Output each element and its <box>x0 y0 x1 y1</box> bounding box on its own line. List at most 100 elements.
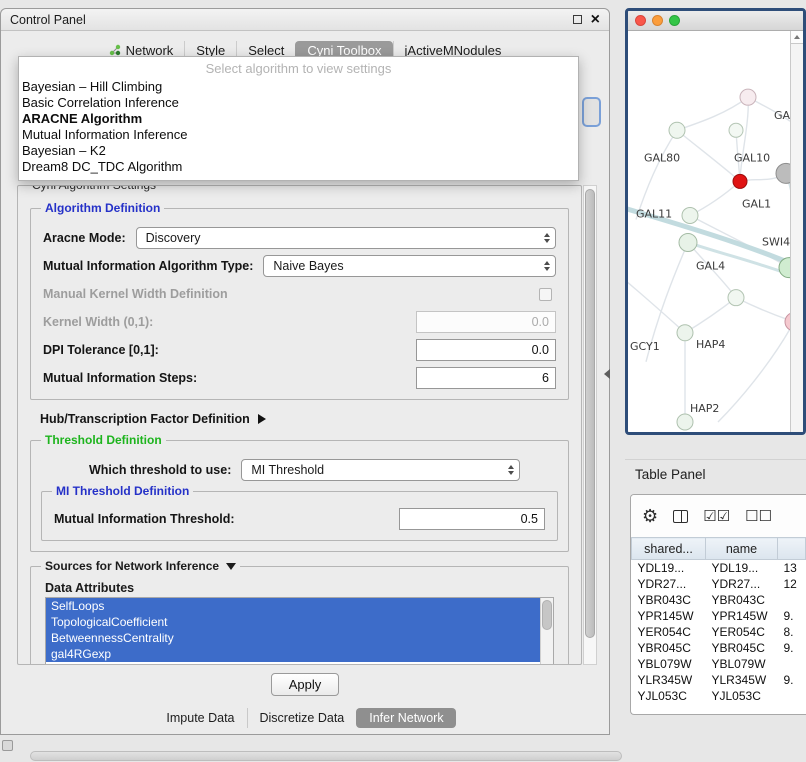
aracne-mode-select[interactable]: Discovery <box>136 227 556 249</box>
scroll-up-arrow-icon[interactable] <box>791 31 803 44</box>
clear-checkboxes-icon[interactable]: ☐☐ <box>745 509 772 524</box>
network-scrollbar[interactable] <box>790 31 803 432</box>
mi-steps-row: Mutual Information Steps: <box>43 367 556 389</box>
bottom-tab-infer-network[interactable]: Infer Network <box>356 708 455 728</box>
table-row[interactable]: YPR145WYPR145W9. <box>632 608 806 624</box>
table-row[interactable]: YBL079WYBL079W <box>632 656 806 672</box>
network-node-gal10[interactable] <box>733 174 747 188</box>
attribute-item-betweennesscentrality[interactable]: BetweennessCentrality <box>46 630 540 646</box>
network-node[interactable] <box>740 89 756 105</box>
table-row[interactable]: YDL19...YDL19...13 <box>632 560 806 577</box>
float-panel-icon[interactable] <box>573 15 582 24</box>
dpi-tolerance-row: DPI Tolerance [0,1]: <box>43 339 556 361</box>
network-node[interactable] <box>729 123 743 137</box>
column-header-shared[interactable]: shared... <box>632 538 706 560</box>
table-cell: YDL19... <box>706 560 778 577</box>
table-cell <box>778 656 806 672</box>
aracne-mode-value: Discovery <box>146 231 201 245</box>
data-attributes-list[interactable]: SelfLoopsTopologicalCoefficientBetweenne… <box>45 597 554 665</box>
data-attributes-label: Data Attributes <box>45 581 554 595</box>
close-traffic-light-button[interactable] <box>635 15 646 26</box>
horizontal-scrollbar[interactable] <box>30 751 622 761</box>
network-edge[interactable] <box>736 298 790 322</box>
bottom-tab-discretize-data[interactable]: Discretize Data <box>247 708 357 728</box>
kernel-width-input[interactable] <box>416 311 556 333</box>
node-label-hap2: HAP2 <box>690 402 719 415</box>
mi-algorithm-type-select[interactable]: Naive Bayes <box>263 255 556 277</box>
attribute-item-selfloops[interactable]: SelfLoops <box>46 598 540 614</box>
table-cell <box>778 592 806 608</box>
zoom-traffic-light-button[interactable] <box>669 15 680 26</box>
hub-definition-toggle[interactable]: Hub/Transcription Factor Definition <box>40 412 559 426</box>
table-cell: YBL079W <box>706 656 778 672</box>
algorithm-option-aracne-algorithm[interactable]: ARACNE Algorithm <box>19 111 578 127</box>
algorithm-option-basic-correlation-inference[interactable]: Basic Correlation Inference <box>19 95 578 111</box>
network-edge[interactable] <box>636 130 677 219</box>
bottom-tab-impute-data[interactable]: Impute Data <box>154 708 246 728</box>
select-all-checkboxes-icon[interactable]: ☑☑ <box>703 509 730 524</box>
table-cell: YLR345W <box>632 672 706 688</box>
table-cell: YDL19... <box>632 560 706 577</box>
network-graph: GALGAL80GAL10GAL11GAL1SWI4GAL4GCY1HAP4HA… <box>628 31 790 432</box>
network-node-hap4[interactable] <box>677 325 693 341</box>
minimize-traffic-light-button[interactable] <box>652 15 663 26</box>
network-node[interactable] <box>669 122 685 138</box>
list-scrollbar[interactable] <box>540 598 553 665</box>
network-edge[interactable] <box>677 130 740 181</box>
attribute-items: SelfLoopsTopologicalCoefficientBetweenne… <box>46 598 553 662</box>
table-cell: 12 <box>778 576 806 592</box>
manual-kernel-width-row: Manual Kernel Width Definition <box>43 283 556 305</box>
algorithm-option-bayesian-k2[interactable]: Bayesian – K2 <box>19 143 578 159</box>
attribute-item-gal4rgexp[interactable]: gal4RGexp <box>46 646 540 662</box>
attribute-item-topologicalcoefficient[interactable]: TopologicalCoefficient <box>46 614 540 630</box>
table-row[interactable]: YDR27...YDR27...12 <box>632 576 806 592</box>
node-label-gal80: GAL80 <box>644 151 680 164</box>
apply-button[interactable]: Apply <box>271 673 340 696</box>
network-edge[interactable] <box>718 322 790 422</box>
network-node[interactable] <box>682 207 698 223</box>
columns-icon[interactable] <box>673 510 688 523</box>
table-row[interactable]: YER054CYER054C8. <box>632 624 806 640</box>
list-scrollbar-thumb[interactable] <box>542 600 552 630</box>
aracne-mode-row: Aracne Mode: Discovery <box>43 227 556 249</box>
network-window-titlebar[interactable] <box>628 11 803 31</box>
table-row[interactable]: YBR043CYBR043C <box>632 592 806 608</box>
table-row[interactable]: YBR045CYBR045C9. <box>632 640 806 656</box>
dpi-tolerance-input[interactable] <box>416 339 556 361</box>
manual-kernel-width-checkbox[interactable] <box>539 288 552 301</box>
gear-icon[interactable]: ⚙ <box>642 507 658 525</box>
close-panel-icon[interactable]: × <box>591 13 600 27</box>
network-node-hap2[interactable] <box>677 414 693 430</box>
which-threshold-row: Which threshold to use: MI Threshold <box>89 459 556 481</box>
mi-threshold-definition-group: MI Threshold Definition Mutual Informati… <box>41 491 558 541</box>
column-header-blank[interactable] <box>778 538 806 560</box>
panel-splitter-arrow[interactable] <box>604 369 610 379</box>
table-cell: 8. <box>778 624 806 640</box>
node-label-gal4: GAL4 <box>696 260 725 273</box>
table-row[interactable]: YLR345WYLR345W9. <box>632 672 806 688</box>
node-label-hap4: HAP4 <box>696 338 725 351</box>
network-edge[interactable] <box>690 181 740 215</box>
algorithm-option-dream8-dc-tdc-algorithm[interactable]: Dream8 DC_TDC Algorithm <box>19 159 578 175</box>
algorithm-option-mutual-information-inference[interactable]: Mutual Information Inference <box>19 127 578 143</box>
column-header-name[interactable]: name <box>706 538 778 560</box>
network-node[interactable] <box>728 290 744 306</box>
settings-scrollbar[interactable] <box>583 185 597 665</box>
table-cell: YBR043C <box>632 592 706 608</box>
node-label-gal1: GAL1 <box>742 197 771 210</box>
network-edge[interactable] <box>740 97 748 181</box>
mi-steps-input[interactable] <box>416 367 556 389</box>
algorithm-option-bayesian-hill-climbing[interactable]: Bayesian – Hill Climbing <box>19 79 578 95</box>
settings-scrollbar-thumb[interactable] <box>585 189 595 638</box>
network-edge[interactable] <box>685 298 736 333</box>
algorithm-dropdown-popup: Select algorithm to view settings Bayesi… <box>18 56 579 181</box>
which-threshold-select[interactable]: MI Threshold <box>241 459 520 481</box>
combo-arrows-icon <box>508 465 514 475</box>
sources-title[interactable]: Sources for Network Inference <box>41 559 240 573</box>
partially-hidden-button[interactable] <box>582 97 601 127</box>
network-node[interactable] <box>776 163 790 183</box>
network-node-gal4[interactable] <box>679 234 697 252</box>
network-canvas[interactable]: GALGAL80GAL10GAL11GAL1SWI4GAL4GCY1HAP4HA… <box>628 31 803 432</box>
mi-threshold-input[interactable] <box>399 508 545 530</box>
table-row[interactable]: YJL053CYJL053C <box>632 688 806 704</box>
